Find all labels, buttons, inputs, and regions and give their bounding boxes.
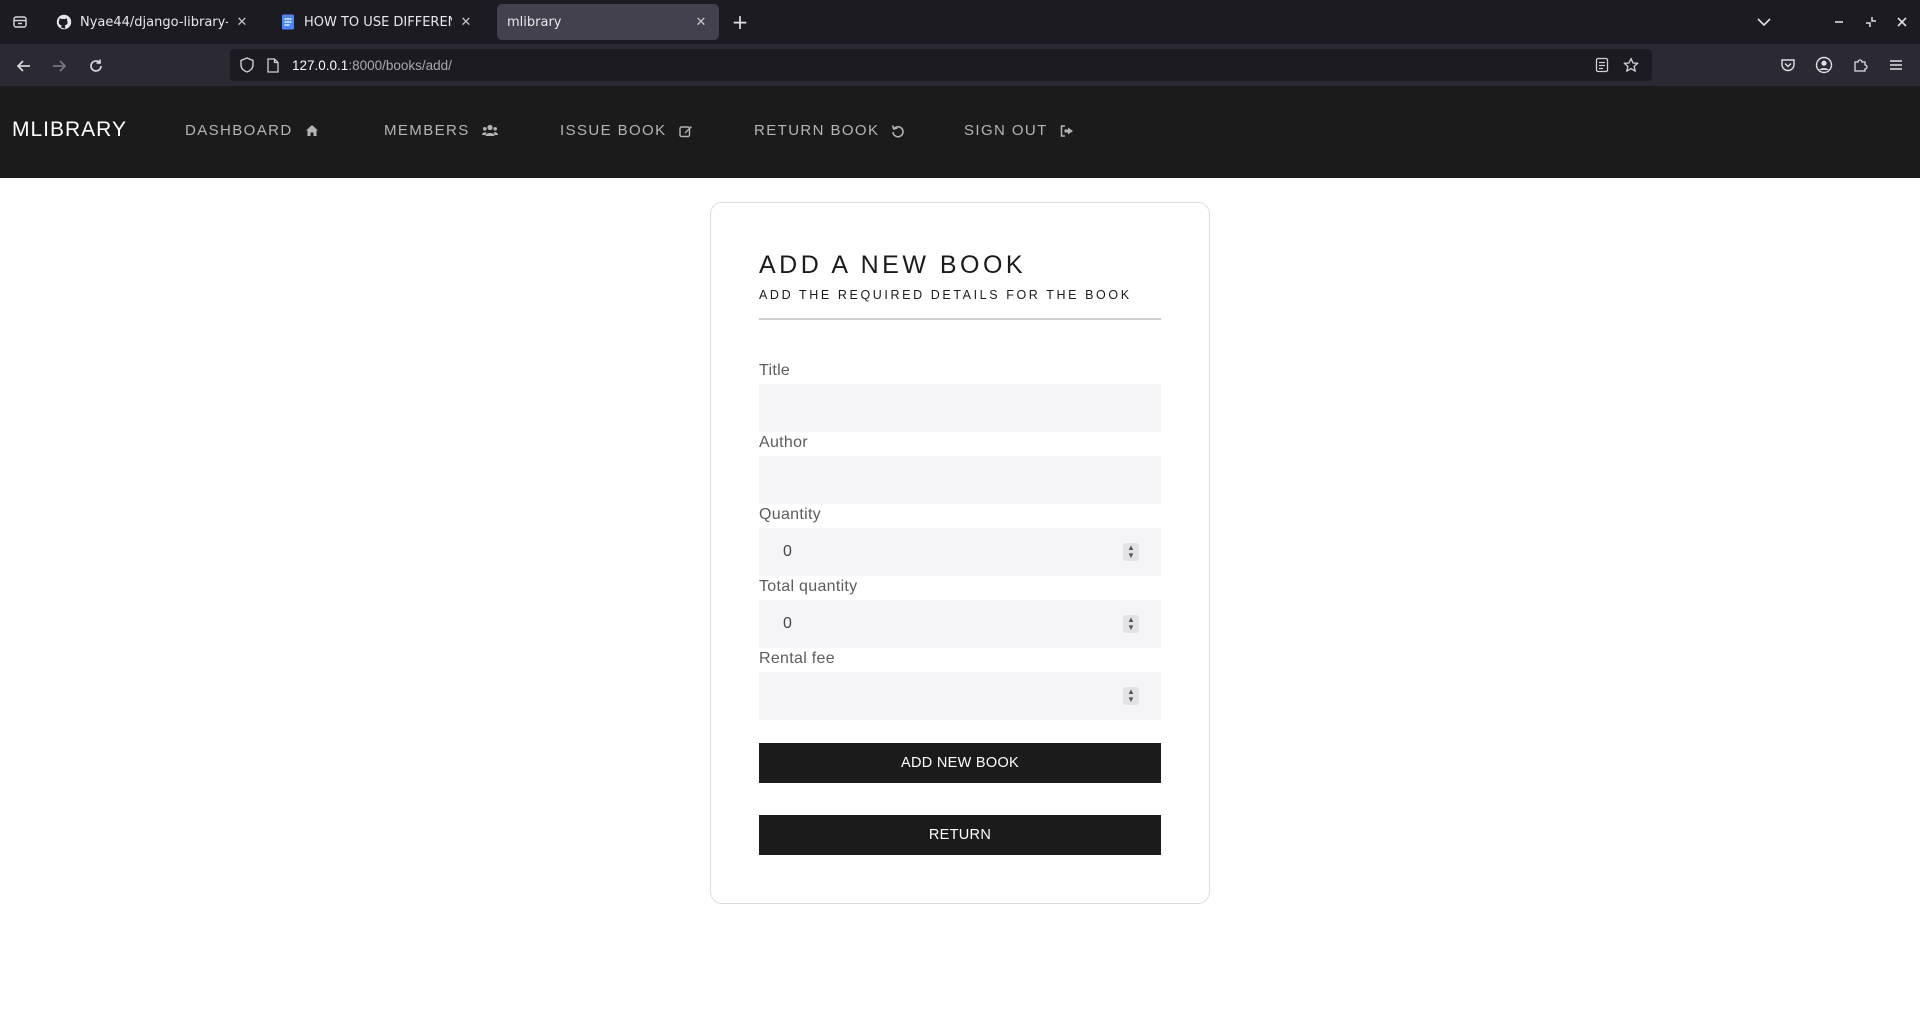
- nav-sign-out-label: SIGN OUT: [964, 122, 1048, 139]
- quantity-field: ▲▼: [759, 528, 1161, 576]
- title-label: Title: [759, 362, 791, 379]
- nav-sign-out[interactable]: SIGN OUT: [964, 122, 1074, 139]
- nav-issue-book-label: ISSUE BOOK: [560, 122, 667, 139]
- quantity-label: Quantity: [759, 506, 821, 523]
- quantity-input[interactable]: [759, 528, 1161, 576]
- browser-tab-doc[interactable]: HOW TO USE DIFFERENT ✕: [270, 4, 484, 40]
- forward-icon[interactable]: [45, 53, 73, 79]
- browser-navigation-bar: 127.0.0.1:8000/books/add/: [0, 44, 1920, 86]
- tab-title: Nyae44/django-library-ma: [80, 14, 228, 30]
- users-icon: [481, 124, 498, 137]
- url-host: 127.0.0.1: [292, 57, 349, 73]
- tab-title: HOW TO USE DIFFERENT: [304, 14, 452, 30]
- address-bar[interactable]: 127.0.0.1:8000/books/add/: [230, 49, 1652, 81]
- new-tab-button[interactable]: +: [728, 10, 752, 34]
- chevron-down-icon: ▼: [1127, 551, 1135, 560]
- shield-icon[interactable]: [238, 56, 256, 74]
- nav-dashboard[interactable]: DASHBOARD: [185, 122, 319, 139]
- tab-overview-icon[interactable]: [0, 0, 40, 44]
- close-icon[interactable]: ✕: [693, 14, 709, 30]
- title-input[interactable]: [759, 384, 1161, 432]
- page-title: ADD A NEW BOOK: [759, 251, 1027, 279]
- total-quantity-input[interactable]: [759, 600, 1161, 648]
- brand-logo[interactable]: MLIBRARY: [12, 118, 127, 142]
- bookmark-star-icon[interactable]: [1621, 55, 1641, 75]
- total-quantity-field: ▲▼: [759, 600, 1161, 648]
- browser-tab-github[interactable]: Nyae44/django-library-ma ✕: [46, 4, 260, 40]
- back-icon[interactable]: [10, 53, 38, 79]
- pocket-icon[interactable]: [1776, 53, 1800, 77]
- close-window-icon[interactable]: [1890, 10, 1914, 34]
- quantity-stepper[interactable]: ▲ ▼: [1123, 543, 1139, 561]
- undo-icon: [891, 124, 905, 138]
- nav-dashboard-label: DASHBOARD: [185, 122, 293, 139]
- rental-fee-input[interactable]: [759, 672, 1161, 720]
- nav-members-label: MEMBERS: [384, 122, 470, 139]
- author-input[interactable]: [759, 456, 1161, 504]
- home-icon: [305, 124, 319, 137]
- rental-fee-stepper[interactable]: ▲ ▼: [1123, 687, 1139, 705]
- close-icon[interactable]: ✕: [234, 14, 250, 30]
- tab-title: mlibrary: [507, 14, 562, 30]
- total-quantity-label: Total quantity: [759, 578, 858, 595]
- page-icon[interactable]: [264, 56, 282, 74]
- browser-tab-mlibrary[interactable]: mlibrary ✕: [497, 4, 719, 40]
- author-label: Author: [759, 434, 808, 451]
- add-book-card: ADD A NEW BOOK ADD THE REQUIRED DETAILS …: [710, 202, 1210, 904]
- add-new-book-button[interactable]: ADD NEW BOOK: [759, 743, 1161, 783]
- divider: [759, 318, 1161, 320]
- nav-issue-book[interactable]: ISSUE BOOK: [560, 122, 693, 139]
- nav-return-book[interactable]: RETURN BOOK: [754, 122, 905, 139]
- url-path: :8000/books/add/: [348, 57, 452, 73]
- list-tabs-icon[interactable]: [1752, 10, 1776, 34]
- menu-hamburger-icon[interactable]: [1884, 53, 1908, 77]
- sign-out-icon: [1060, 124, 1074, 137]
- restore-icon[interactable]: [1859, 10, 1883, 34]
- reader-view-icon[interactable]: [1592, 55, 1612, 75]
- document-icon: [280, 14, 296, 30]
- nav-return-book-label: RETURN BOOK: [754, 122, 880, 139]
- close-icon[interactable]: ✕: [458, 14, 474, 30]
- app-header: MLIBRARY DASHBOARD MEMBERS ISSUE BOOK RE…: [0, 86, 1920, 178]
- account-icon[interactable]: [1812, 53, 1836, 77]
- github-icon: [56, 14, 72, 30]
- return-button[interactable]: RETURN: [759, 815, 1161, 855]
- chevron-down-icon: ▼: [1127, 623, 1135, 632]
- nav-members[interactable]: MEMBERS: [384, 122, 498, 139]
- extensions-icon[interactable]: [1848, 53, 1872, 77]
- page-subtitle: ADD THE REQUIRED DETAILS FOR THE BOOK: [759, 288, 1132, 302]
- minimize-icon[interactable]: [1827, 10, 1851, 34]
- edit-icon: [678, 124, 693, 138]
- reload-icon[interactable]: [82, 53, 110, 79]
- url-text[interactable]: 127.0.0.1:8000/books/add/: [292, 58, 452, 73]
- rental-fee-label: Rental fee: [759, 650, 835, 667]
- rental-fee-field: ▲ ▼: [759, 672, 1161, 720]
- chevron-down-icon: ▼: [1127, 695, 1135, 704]
- total-quantity-stepper[interactable]: ▲ ▼: [1123, 615, 1139, 633]
